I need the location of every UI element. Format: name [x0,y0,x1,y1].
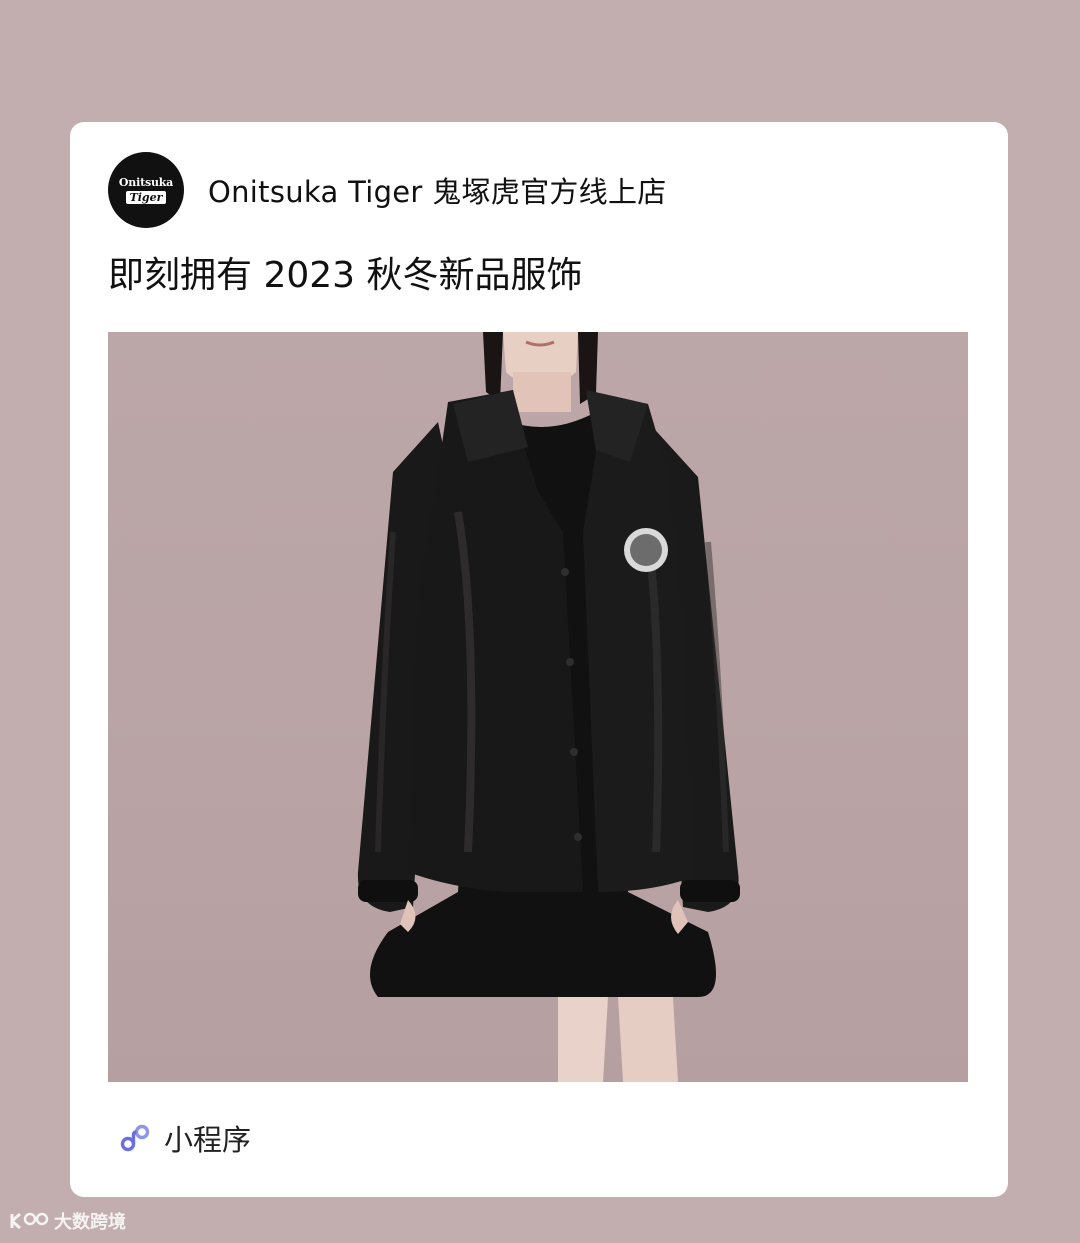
watermark: 大数跨境 [10,1208,126,1234]
shop-header[interactable]: Onitsuka Tiger Onitsuka Tiger 鬼塚虎官方线上店 [108,152,667,228]
mini-program-footer[interactable]: 小程序 [120,1118,251,1158]
avatar-logo-line2: Tiger [125,190,167,204]
mini-program-label: 小程序 [164,1123,252,1157]
jacket-model-illustration [357,332,740,1082]
mini-program-icon [120,1124,150,1152]
shop-name: Onitsuka Tiger 鬼塚虎官方线上店 [208,175,667,209]
share-card[interactable]: Onitsuka Tiger Onitsuka Tiger 鬼塚虎官方线上店 即… [70,122,1008,1197]
post-title: 即刻拥有 2023 秋冬新品服饰 [108,255,583,296]
watermark-logo-icon [10,1212,49,1230]
shop-avatar-logo: Onitsuka Tiger [108,152,184,228]
avatar-logo-line1: Onitsuka [118,175,174,189]
watermark-text: 大数跨境 [54,1212,126,1233]
product-photo[interactable] [108,332,968,1082]
